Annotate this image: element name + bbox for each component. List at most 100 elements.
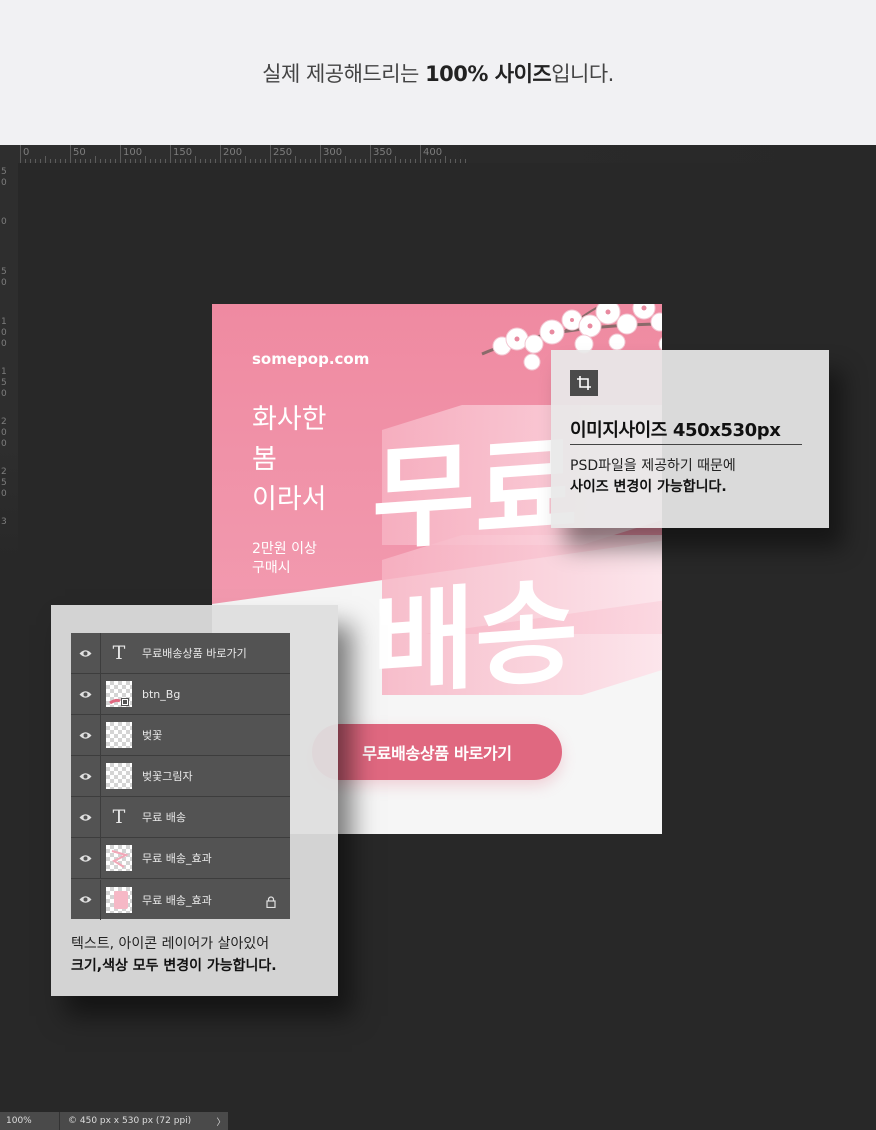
banner-text-bold: 100% 사이즈	[425, 61, 552, 86]
eye-icon[interactable]	[71, 838, 101, 878]
ruler-minor-tick	[465, 159, 466, 163]
ruler-minor-tick	[395, 156, 396, 163]
layer-thumbnail	[106, 886, 132, 913]
eye-icon[interactable]	[71, 797, 101, 837]
ruler-minor-tick	[30, 159, 31, 163]
headline-line-2: 배송	[372, 567, 578, 700]
banner-heading: 실제 제공해드리는 100% 사이즈입니다.	[262, 58, 614, 88]
zoom-level[interactable]: 100%	[0, 1112, 60, 1130]
ruler-minor-tick	[210, 159, 211, 163]
ruler-label: 50	[1, 267, 7, 288]
ruler-minor-tick	[235, 159, 236, 163]
ruler-minor-tick	[430, 159, 431, 163]
ruler-minor-tick	[40, 159, 41, 163]
layer-row[interactable]: 벚꽃	[71, 715, 290, 756]
status-menu-arrow[interactable]: 〉	[214, 1115, 228, 1128]
ruler-minor-tick	[145, 156, 146, 163]
ruler-minor-tick	[380, 159, 381, 163]
lock-icon[interactable]	[266, 893, 276, 912]
document-info: © 450 px x 530 px (72 ppi)	[68, 1116, 192, 1126]
ruler-minor-tick	[325, 159, 326, 163]
layer-row[interactable]: T 무료배송상품 바로가기	[71, 633, 290, 674]
ruler-minor-tick	[385, 159, 386, 163]
ruler-minor-tick	[360, 159, 361, 163]
layer-name: 벚꽃그림자	[142, 770, 193, 783]
ruler-label: 150	[173, 147, 193, 158]
layer-name: 무료 배송	[142, 811, 186, 824]
ruler-minor-tick	[90, 159, 91, 163]
ruler-minor-tick	[335, 159, 336, 163]
cta-button[interactable]: 무료배송상품 바로가기	[312, 724, 562, 780]
eye-icon[interactable]	[71, 756, 101, 796]
eye-icon[interactable]	[71, 674, 101, 714]
ruler-minor-tick	[415, 159, 416, 163]
layer-row[interactable]: T 무료 배송	[71, 797, 290, 838]
eye-icon[interactable]	[71, 879, 101, 920]
image-size-description: PSD파일을 제공하기 때문에 사이즈 변경이 가능합니다.	[570, 456, 736, 498]
tagline-line: 화사한	[252, 404, 327, 435]
ruler-minor-tick	[65, 159, 66, 163]
divider	[570, 444, 802, 445]
ruler-minor-tick	[255, 159, 256, 163]
ruler-minor-tick	[155, 159, 156, 163]
ruler-minor-tick	[280, 159, 281, 163]
ruler-minor-tick	[425, 159, 426, 163]
ruler-label: 50	[1, 167, 7, 188]
layer-row[interactable]: 벚꽃그림자	[71, 756, 290, 797]
top-banner: 실제 제공해드리는 100% 사이즈입니다.	[0, 0, 876, 145]
ruler-label: 200	[1, 417, 7, 449]
ruler-minor-tick	[75, 159, 76, 163]
ruler-label: 100	[123, 147, 143, 158]
ruler-minor-tick	[250, 159, 251, 163]
layer-thumbnail	[106, 845, 132, 871]
ruler-minor-tick	[445, 156, 446, 163]
ruler-minor-tick	[160, 159, 161, 163]
ruler-minor-tick	[225, 159, 226, 163]
ruler-minor-tick	[240, 159, 241, 163]
eye-icon[interactable]	[71, 633, 101, 673]
ruler-minor-tick	[60, 159, 61, 163]
ruler-minor-tick	[285, 159, 286, 163]
layers-card: T 무료배송상품 바로가기 btn_Bg 벚꽃 벚꽃그림자 T 무료 배송 무료 배송_효과 무…	[51, 605, 338, 996]
ruler-minor-tick	[340, 159, 341, 163]
banner-text-post: 입니다.	[551, 61, 614, 86]
status-bar: 100% © 450 px x 530 px (72 ppi) 〉	[0, 1112, 228, 1130]
text-layer-icon: T	[112, 806, 126, 828]
vertical-ruler[interactable]: 50 0 50 100 150 200 250 3	[0, 163, 18, 563]
ruler-minor-tick	[410, 159, 411, 163]
ruler-tick	[370, 145, 371, 163]
ruler-label: 0	[23, 147, 30, 158]
banner-text-pre: 실제 제공해드리는	[262, 61, 426, 86]
layer-row[interactable]: btn_Bg	[71, 674, 290, 715]
ruler-minor-tick	[400, 159, 401, 163]
headline-line-1: 무료	[372, 422, 578, 566]
layer-row[interactable]: 무료 배송_효과	[71, 838, 290, 879]
crop-icon[interactable]	[570, 370, 598, 396]
ruler-minor-tick	[265, 159, 266, 163]
layer-row[interactable]: 무료 배송_효과	[71, 879, 290, 920]
ruler-label: 400	[423, 147, 443, 158]
eye-icon[interactable]	[71, 715, 101, 755]
ruler-minor-tick	[85, 159, 86, 163]
tagline-line: 이라서	[252, 484, 327, 515]
ruler-label: 50	[73, 147, 86, 158]
ruler-label: 150	[1, 367, 7, 399]
tagline-line: 봄	[252, 444, 277, 475]
layer-name: 벚꽃	[142, 729, 163, 742]
condition-line: 구매시	[252, 560, 291, 576]
ruler-minor-tick	[175, 159, 176, 163]
ruler-label: 200	[223, 147, 243, 158]
ruler-minor-tick	[450, 159, 451, 163]
ruler-minor-tick	[200, 159, 201, 163]
ruler-minor-tick	[55, 159, 56, 163]
horizontal-ruler[interactable]: 0 50 100 150 200 250 300 350 400	[0, 145, 876, 163]
ruler-minor-tick	[25, 159, 26, 163]
ruler-minor-tick	[345, 156, 346, 163]
ruler-minor-tick	[375, 159, 376, 163]
ruler-minor-tick	[365, 159, 366, 163]
ruler-minor-tick	[295, 156, 296, 163]
ruler-tick	[70, 145, 71, 163]
ruler-label: 3	[1, 517, 7, 527]
ruler-minor-tick	[115, 159, 116, 163]
ruler-tick	[120, 145, 121, 163]
